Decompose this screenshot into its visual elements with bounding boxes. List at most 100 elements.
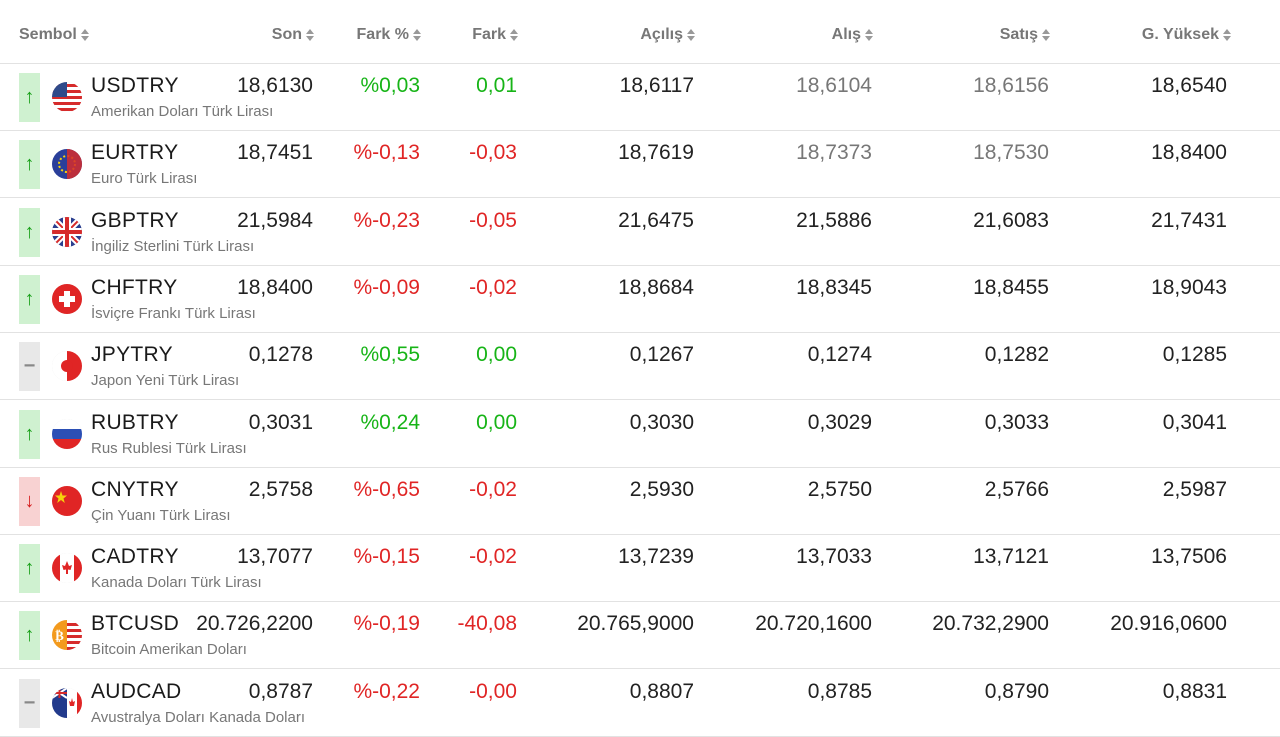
bid-price: 18,6104 <box>796 74 872 97</box>
table-row[interactable]: ↑ GBPTRY İngiliz Sterlini Türk Lirası 21… <box>0 199 1280 266</box>
symbol-code[interactable]: RUBTRY <box>91 411 179 435</box>
change-value: -0,02 <box>469 275 517 299</box>
open-price: 18,6117 <box>619 74 694 97</box>
symbol-name: Euro Türk Lirası <box>91 170 198 188</box>
change-value: -0,00 <box>469 679 517 703</box>
ask-price: 2,5766 <box>984 477 1049 501</box>
symbol-name: Japon Yeni Türk Lirası <box>91 372 240 390</box>
bid-price: 20.720,1600 <box>755 612 872 636</box>
symbol-code[interactable]: EURTRY <box>91 141 178 165</box>
change-percent: %-0,19 <box>353 612 420 636</box>
trend-arrow-icon: ↑ <box>19 544 40 594</box>
table-row[interactable]: ↑ CHFTRY İsviçre Frankı Türk Lirası 18,8… <box>0 266 1280 333</box>
header-symbol-label: Sembol <box>19 26 77 43</box>
change-percent: %-0,13 <box>353 141 420 165</box>
last-price: 0,8787 <box>248 679 313 703</box>
header-bid[interactable]: Alış <box>832 24 873 46</box>
symbol-name: İsviçre Frankı Türk Lirası <box>91 304 256 322</box>
header-open[interactable]: Açılış <box>640 24 695 46</box>
table-row[interactable]: ↑ CADTRY Kanada Doları Türk Lirası 13,70… <box>0 535 1280 603</box>
last-price: 18,8400 <box>237 275 313 299</box>
open-price: 0,8807 <box>629 679 694 703</box>
ask-price: 20.732,2900 <box>932 612 1049 636</box>
high-price: 0,8831 <box>1162 679 1227 703</box>
table-row[interactable]: ↑ ₿ BTCUSD Bitcoin Amerikan Doları 20.72… <box>0 602 1280 670</box>
symbol-code[interactable]: USDTRY <box>91 74 179 98</box>
header-high[interactable]: G. Yüksek <box>1142 24 1231 46</box>
open-price: 13,7239 <box>618 545 694 569</box>
high-price: 18,8400 <box>1151 141 1227 165</box>
ru-flag-icon <box>52 418 82 449</box>
trend-arrow-icon: ↑ <box>19 274 40 324</box>
change-value: 0,00 <box>476 410 517 434</box>
high-price: 0,1285 <box>1162 343 1227 367</box>
change-value: -0,03 <box>469 141 517 165</box>
open-price: 20.765,9000 <box>577 612 694 636</box>
last-price: 13,7077 <box>237 545 313 569</box>
change-percent: %0,24 <box>360 410 420 434</box>
header-last[interactable]: Son <box>272 24 314 46</box>
symbol-code[interactable]: JPYTRY <box>91 343 173 367</box>
header-change-label: Fark <box>472 26 506 43</box>
ask-price: 18,6156 <box>973 74 1049 97</box>
header-open-label: Açılış <box>640 26 683 43</box>
au-ca-flag-icon <box>52 687 82 718</box>
symbol-code[interactable]: AUDCAD <box>91 680 181 704</box>
symbol-name: Çin Yuanı Türk Lirası <box>91 506 231 524</box>
last-price: 20.726,2200 <box>196 612 313 636</box>
ch-flag-icon <box>52 283 82 314</box>
trend-arrow-icon: − <box>19 678 40 728</box>
last-price: 0,1278 <box>248 343 313 367</box>
table-row[interactable]: ↓ CNYTRY Çin Yuanı Türk Lirası 2,5758 %-… <box>0 468 1280 535</box>
high-price: 21,7431 <box>1151 208 1227 232</box>
table-header: Sembol Son Fark % Fark Açılış Alış Satış… <box>0 0 1280 64</box>
symbol-code[interactable]: CHFTRY <box>91 276 178 300</box>
bid-price: 0,3029 <box>807 410 872 434</box>
header-ask[interactable]: Satış <box>1000 24 1050 46</box>
eu-flag-icon <box>52 149 82 180</box>
change-value: -0,02 <box>469 545 517 569</box>
change-percent: %-0,09 <box>353 275 420 299</box>
bid-price: 18,8345 <box>796 275 872 299</box>
bid-price: 0,8785 <box>807 679 872 703</box>
trend-arrow-icon: ↑ <box>19 207 40 257</box>
symbol-code[interactable]: CADTRY <box>91 545 179 569</box>
header-change[interactable]: Fark <box>472 24 518 46</box>
symbol-name: İngiliz Sterlini Türk Lirası <box>91 237 255 255</box>
sort-icon <box>687 28 695 42</box>
symbol-name: Amerikan Doları Türk Lirası <box>91 103 274 120</box>
svg-text:₿: ₿ <box>55 629 64 644</box>
symbol-code[interactable]: GBPTRY <box>91 209 179 233</box>
sort-icon <box>80 28 89 42</box>
high-price: 13,7506 <box>1151 545 1227 569</box>
header-change-pct[interactable]: Fark % <box>357 24 421 46</box>
high-price: 18,9043 <box>1151 275 1227 299</box>
header-high-label: G. Yüksek <box>1141 26 1219 43</box>
symbol-code[interactable]: CNYTRY <box>91 478 179 502</box>
open-price: 0,3030 <box>629 410 694 434</box>
bid-price: 13,7033 <box>796 545 872 569</box>
cn-flag-icon <box>52 485 82 516</box>
btc-us-flag-icon: ₿ <box>52 620 82 651</box>
change-percent: %-0,65 <box>353 477 420 501</box>
table-row[interactable]: ↑ USDTRY Amerikan Doları Türk Lirası 18,… <box>0 64 1280 131</box>
currency-table: Sembol Son Fark % Fark Açılış Alış Satış… <box>0 0 1280 737</box>
table-row[interactable]: ↑ EURTRY Euro Türk Lirası 18,7451 %-0,13… <box>0 131 1280 199</box>
table-row[interactable]: − AUDCAD Avustralya Doları Kanada Doları… <box>0 670 1280 737</box>
change-percent: %0,55 <box>360 343 420 367</box>
last-price: 0,3031 <box>248 410 313 434</box>
table-row[interactable]: − JPYTRY Japon Yeni Türk Lirası 0,1278 %… <box>0 333 1280 401</box>
sort-icon <box>510 28 518 42</box>
sort-icon <box>413 28 421 42</box>
trend-arrow-icon: ↓ <box>19 476 40 526</box>
high-price: 2,5987 <box>1162 477 1227 501</box>
symbol-code[interactable]: BTCUSD <box>91 612 179 636</box>
symbol-name: Rus Rublesi Türk Lirası <box>91 439 247 457</box>
ask-price: 18,7530 <box>973 141 1049 165</box>
high-price: 0,3041 <box>1162 410 1227 434</box>
table-row[interactable]: ↑ RUBTRY Rus Rublesi Türk Lirası 0,3031 … <box>0 401 1280 468</box>
header-symbol[interactable]: Sembol <box>19 24 89 46</box>
uk-flag-icon <box>52 216 82 247</box>
change-value: 0,01 <box>476 74 517 97</box>
bid-price: 21,5886 <box>796 208 872 232</box>
